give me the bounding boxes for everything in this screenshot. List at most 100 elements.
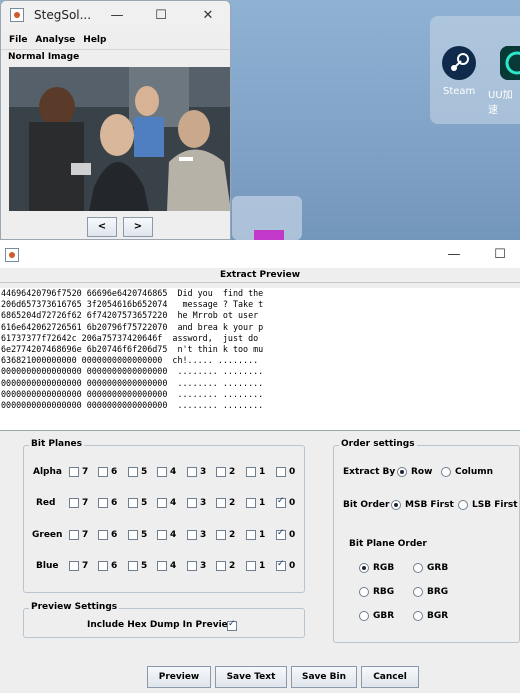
bit-checkbox-red-5[interactable] xyxy=(128,498,138,508)
bit-checkbox-alpha-2[interactable] xyxy=(216,467,226,477)
bit-checkbox-label: 3 xyxy=(200,530,207,540)
bit-checkbox-alpha-5[interactable] xyxy=(128,467,138,477)
bit-checkbox-label: 7 xyxy=(82,530,89,540)
bit-checkbox-label: 6 xyxy=(111,530,118,540)
bit-checkbox-label: 3 xyxy=(200,561,207,571)
hex-dump-checkbox[interactable] xyxy=(227,619,237,631)
lsb-first-radio[interactable] xyxy=(458,500,468,510)
bit-checkbox-alpha-0[interactable] xyxy=(276,467,286,477)
bit-checkbox-red-7[interactable] xyxy=(69,498,79,508)
plane-order-rbg-label: RBG xyxy=(373,587,395,597)
bit-checkbox-green-3[interactable] xyxy=(187,530,197,540)
maximize-button[interactable]: ☐ xyxy=(488,244,512,266)
cancel-button[interactable]: Cancel xyxy=(361,666,419,688)
bit-checkbox-green-4[interactable] xyxy=(157,530,167,540)
plane-order-grb-radio[interactable] xyxy=(413,563,423,573)
bit-checkbox-alpha-6[interactable] xyxy=(98,467,108,477)
bit-checkbox-label: 0 xyxy=(289,467,296,477)
bit-checkbox-label: 4 xyxy=(170,561,177,571)
msb-first-label: MSB First xyxy=(405,500,454,510)
image-label: Normal Image xyxy=(8,52,80,62)
bit-checkbox-label: 5 xyxy=(141,467,148,477)
image-preview xyxy=(9,67,230,211)
plane-order-bgr-radio[interactable] xyxy=(413,611,423,621)
bit-checkbox-red-4[interactable] xyxy=(157,498,167,508)
bit-checkbox-label: 5 xyxy=(141,498,148,508)
bit-checkbox-blue-1[interactable] xyxy=(246,561,256,571)
bit-checkbox-green-7[interactable] xyxy=(69,530,79,540)
bit-checkbox-label: 4 xyxy=(170,498,177,508)
extract-preview-text[interactable]: 44696420796f7520 66696e6420746865 Did yo… xyxy=(0,288,520,431)
plane-order-rbg-radio[interactable] xyxy=(359,587,369,597)
bit-checkbox-blue-5[interactable] xyxy=(128,561,138,571)
bit-checkbox-blue-3[interactable] xyxy=(187,561,197,571)
bit-checkbox-alpha-1[interactable] xyxy=(246,467,256,477)
bit-checkbox-red-0[interactable] xyxy=(276,496,286,508)
bit-checkbox-label: 6 xyxy=(111,467,118,477)
maximize-button[interactable]: ☐ xyxy=(149,5,173,27)
bit-checkbox-label: 3 xyxy=(200,467,207,477)
lsb-first-label: LSB First xyxy=(472,500,518,510)
extract-window: — ☐ Extract Preview 44696420796f7520 666… xyxy=(0,240,520,693)
bit-checkbox-label: 7 xyxy=(82,498,89,508)
bit-checkbox-blue-7[interactable] xyxy=(69,561,79,571)
msb-first-radio[interactable] xyxy=(391,500,401,510)
bit-checkbox-green-0[interactable] xyxy=(276,528,286,540)
bit-checkbox-alpha-4[interactable] xyxy=(157,467,167,477)
extract-preview-header: Extract Preview xyxy=(0,268,520,283)
bit-checkbox-blue-4[interactable] xyxy=(157,561,167,571)
bit-checkbox-label: 4 xyxy=(170,530,177,540)
extract-by-column-radio[interactable] xyxy=(441,467,451,477)
bit-checkbox-label: 2 xyxy=(229,498,236,508)
save-text-button[interactable]: Save Text xyxy=(215,666,287,688)
bit-checkbox-green-5[interactable] xyxy=(128,530,138,540)
bit-checkbox-green-1[interactable] xyxy=(246,530,256,540)
bit-checkbox-blue-2[interactable] xyxy=(216,561,226,571)
stegsolve-main-window: StegSol... — ☐ ✕ File Analyse Help Normal … xyxy=(0,0,231,240)
close-button[interactable]: ✕ xyxy=(196,5,220,27)
main-title-bar[interactable]: StegSol... — ☐ ✕ xyxy=(1,1,230,31)
uu-label: UU加速 xyxy=(488,90,513,116)
bit-checkbox-label: 0 xyxy=(289,561,296,571)
plane-order-bgr-label: BGR xyxy=(427,611,449,621)
save-bin-button[interactable]: Save Bin xyxy=(291,666,357,688)
bit-checkbox-green-6[interactable] xyxy=(98,530,108,540)
bit-checkbox-red-6[interactable] xyxy=(98,498,108,508)
menu-file[interactable]: File xyxy=(9,31,27,49)
bit-plane-order-label: Bit Plane Order xyxy=(349,539,427,549)
bit-checkbox-alpha-7[interactable] xyxy=(69,467,79,477)
minimize-button[interactable]: — xyxy=(105,5,129,27)
extract-by-row-label: Row xyxy=(411,467,433,477)
bit-checkbox-red-1[interactable] xyxy=(246,498,256,508)
preview-button[interactable]: Preview xyxy=(147,666,211,688)
plane-order-rgb-label: RGB xyxy=(373,563,395,573)
hex-dump-row: 206d657373616765 3f2054616b652074 messag… xyxy=(1,299,264,310)
bit-checkbox-alpha-3[interactable] xyxy=(187,467,197,477)
bit-checkbox-blue-0[interactable] xyxy=(276,559,286,571)
menu-analyse[interactable]: Analyse xyxy=(35,31,75,49)
next-button[interactable]: > xyxy=(123,217,153,237)
plane-order-gbr-label: GBR xyxy=(373,611,395,621)
bit-checkbox-red-3[interactable] xyxy=(187,498,197,508)
bit-checkbox-red-2[interactable] xyxy=(216,498,226,508)
bit-checkbox-label: 2 xyxy=(229,467,236,477)
plane-order-brg-radio[interactable] xyxy=(413,587,423,597)
bit-checkbox-label: 1 xyxy=(259,467,266,477)
menu-bar: File Analyse Help xyxy=(1,31,230,50)
minimize-button[interactable]: — xyxy=(442,244,466,266)
steam-icon[interactable] xyxy=(442,46,476,80)
menu-help[interactable]: Help xyxy=(83,31,106,49)
bit-checkbox-blue-6[interactable] xyxy=(98,561,108,571)
steam-label: Steam xyxy=(443,86,476,97)
plane-order-grb-label: GRB xyxy=(427,563,449,573)
bit-checkbox-label: 5 xyxy=(141,561,148,571)
bit-checkbox-green-2[interactable] xyxy=(216,530,226,540)
plane-order-rgb-radio[interactable] xyxy=(359,563,369,573)
extract-by-row-radio[interactable] xyxy=(397,467,407,477)
hex-dump-row: 0000000000000000 0000000000000000 ......… xyxy=(1,400,264,411)
uu-icon[interactable] xyxy=(500,46,520,80)
previous-button[interactable]: < xyxy=(87,217,117,237)
extract-title-bar[interactable]: — ☐ xyxy=(0,240,520,268)
plane-order-gbr-radio[interactable] xyxy=(359,611,369,621)
preview-settings-title: Preview Settings xyxy=(29,602,120,612)
